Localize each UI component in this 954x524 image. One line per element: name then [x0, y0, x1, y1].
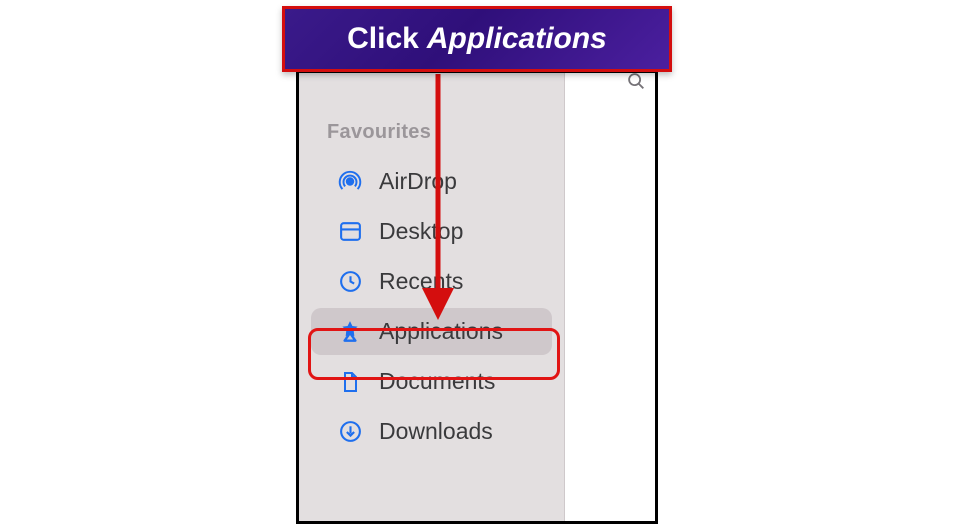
callout-target: Applications — [427, 22, 607, 56]
sidebar-item-label: Recents — [379, 268, 463, 295]
sidebar-section-title: Favourites — [299, 121, 564, 144]
sidebar-item-label: Desktop — [379, 218, 463, 245]
airdrop-icon — [337, 169, 363, 195]
sidebar-item-downloads[interactable]: Downloads — [311, 408, 552, 455]
applications-icon — [337, 319, 363, 345]
sidebar-item-applications[interactable]: Applications — [311, 308, 552, 355]
sidebar-item-documents[interactable]: Documents — [311, 358, 552, 405]
documents-icon — [337, 369, 363, 395]
finder-sidebar: Favourites AirDrop — [299, 73, 565, 521]
sidebar-list: AirDrop Desktop Recent — [299, 158, 564, 455]
finder-content-area — [565, 73, 655, 521]
finder-window: Favourites AirDrop — [296, 70, 658, 524]
desktop-icon — [337, 219, 363, 245]
sidebar-item-label: Applications — [379, 318, 503, 345]
recents-icon — [337, 269, 363, 295]
sidebar-item-airdrop[interactable]: AirDrop — [311, 158, 552, 205]
callout-prefix: Click — [347, 22, 419, 56]
sidebar-item-desktop[interactable]: Desktop — [311, 208, 552, 255]
instruction-callout: Click Applications — [282, 6, 672, 72]
downloads-icon — [337, 419, 363, 445]
sidebar-item-recents[interactable]: Recents — [311, 258, 552, 305]
sidebar-item-label: AirDrop — [379, 168, 457, 195]
sidebar-item-label: Downloads — [379, 418, 493, 445]
search-icon[interactable] — [625, 70, 647, 97]
sidebar-item-label: Documents — [379, 368, 495, 395]
